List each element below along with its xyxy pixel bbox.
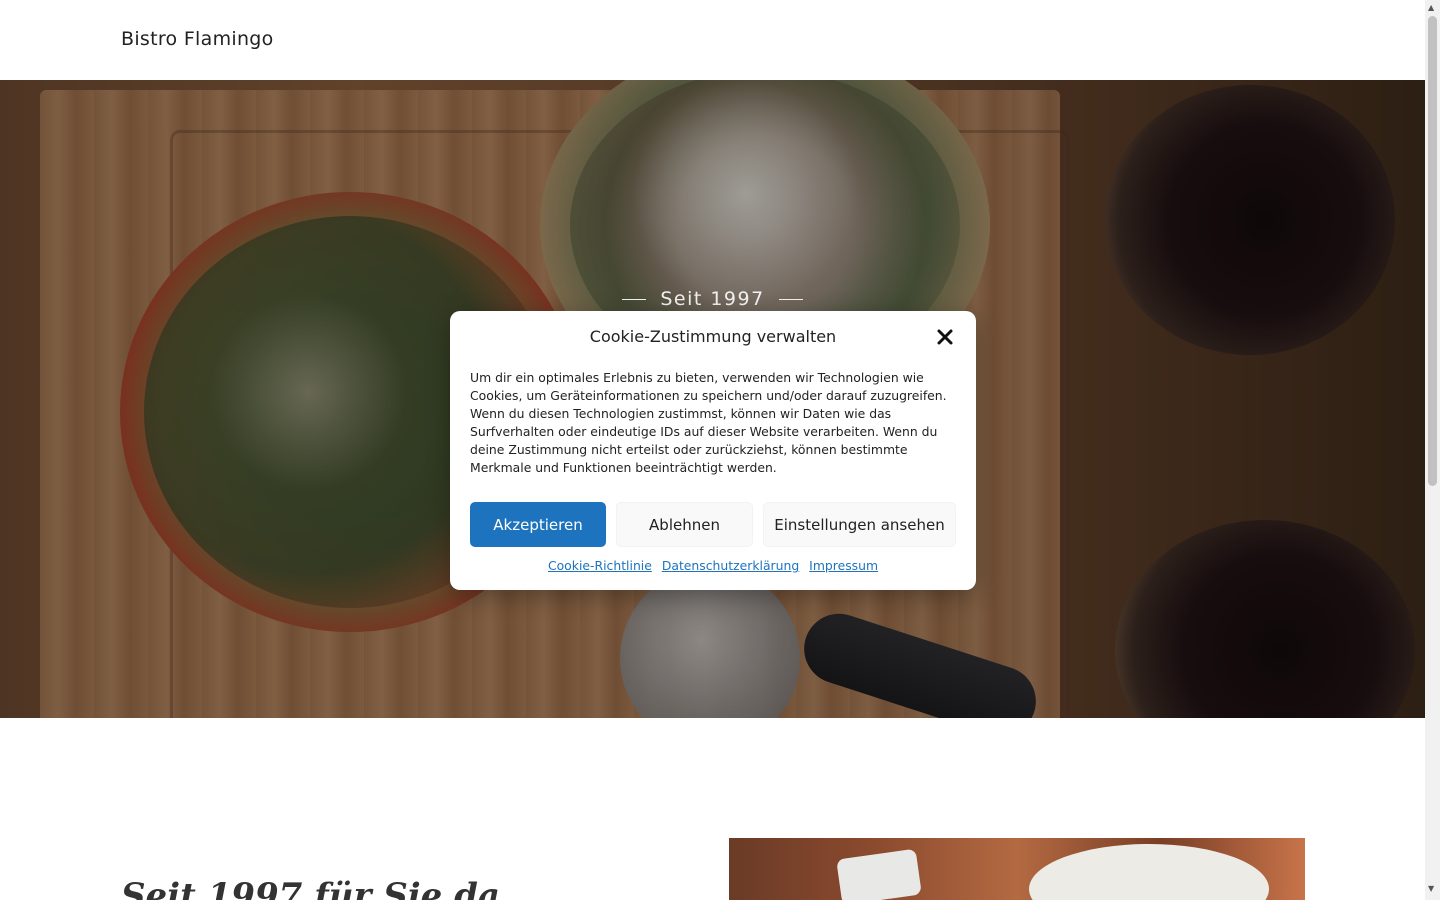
page-scrollbar[interactable]: ▲ ▼ xyxy=(1425,0,1440,900)
section-heading: Seit 1997 für Sie da xyxy=(121,876,500,900)
scrollbar-thumb[interactable] xyxy=(1428,16,1437,486)
scroll-down-arrow-icon[interactable]: ▼ xyxy=(1428,884,1434,893)
deny-button[interactable]: Ablehnen xyxy=(616,502,753,547)
cookie-dialog-message: Um dir ein optimales Erlebnis zu bieten,… xyxy=(470,370,947,475)
cookie-dialog-links: Cookie-Richtlinie Datenschutzerklärung I… xyxy=(450,558,976,573)
cookie-dialog-title: Cookie-Zustimmung verwalten xyxy=(589,327,837,346)
close-icon[interactable] xyxy=(934,326,956,348)
view-settings-button[interactable]: Einstellungen ansehen xyxy=(763,502,956,547)
imprint-link[interactable]: Impressum xyxy=(809,558,878,573)
site-title[interactable]: Bistro Flamingo xyxy=(121,28,274,50)
site-header: Bistro Flamingo xyxy=(0,0,1425,80)
cookie-policy-link[interactable]: Cookie-Richtlinie xyxy=(548,558,652,573)
hero-tagline-text: Seit 1997 xyxy=(660,288,765,310)
scroll-up-arrow-icon[interactable]: ▲ xyxy=(1428,3,1434,12)
tagline-divider-right xyxy=(778,299,803,300)
privacy-policy-link[interactable]: Datenschutzerklärung xyxy=(662,558,799,573)
tagline-divider-left xyxy=(622,299,647,300)
restaurant-photo xyxy=(729,838,1305,900)
accept-button[interactable]: Akzeptieren xyxy=(470,502,606,547)
cookie-consent-dialog: Cookie-Zustimmung verwalten Um dir ein o… xyxy=(450,311,976,590)
hero-tagline: Seit 1997 xyxy=(0,288,1425,310)
